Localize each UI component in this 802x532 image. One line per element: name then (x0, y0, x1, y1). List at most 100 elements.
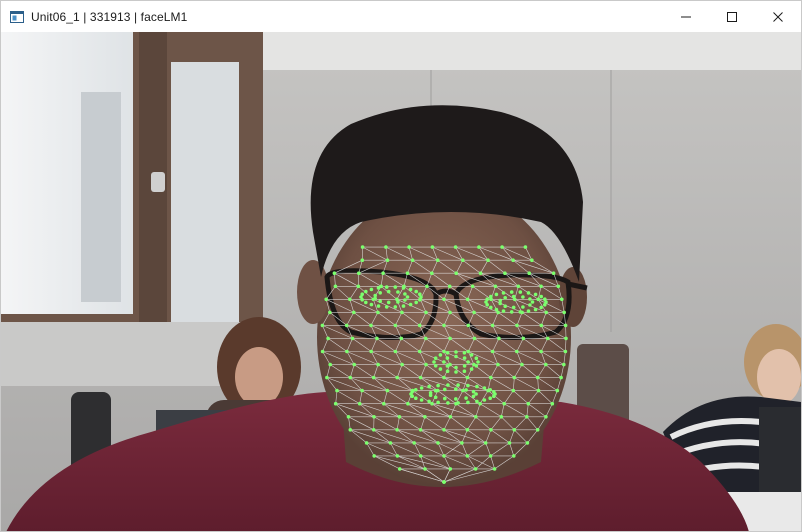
landmark-point (333, 401, 338, 406)
landmark-point (442, 454, 446, 458)
landmark-point (490, 349, 495, 354)
landmark-point (407, 245, 411, 249)
landmark-point (344, 323, 349, 328)
landmark-point (525, 415, 529, 419)
landmark-point (428, 391, 433, 395)
landmark-point (562, 310, 566, 315)
landmark-point (430, 271, 434, 275)
landmark-point (397, 467, 402, 471)
landmark-point (485, 297, 490, 302)
landmark-point (499, 415, 504, 419)
landmark-point (414, 289, 419, 294)
landmark-point (396, 300, 400, 304)
landmark-point (376, 362, 380, 367)
landmark-point (489, 305, 493, 310)
landmark-point (488, 396, 493, 401)
landmark-point (512, 375, 517, 380)
landmark-point (442, 428, 446, 432)
landmark-point (435, 258, 440, 262)
landmark-point (386, 289, 391, 294)
landmark-point (465, 375, 470, 380)
window-building-outside (81, 92, 121, 302)
landmark-point (405, 271, 410, 275)
landmark-point (393, 285, 398, 289)
landmark-point (371, 375, 376, 380)
landmark-point (465, 297, 470, 302)
camera-frame (1, 32, 801, 531)
landmark-point (395, 454, 400, 458)
landmark-point (518, 310, 523, 314)
landmark-point (478, 271, 483, 275)
landmark-point (526, 309, 531, 313)
landmark-point (445, 356, 450, 360)
minimize-icon (681, 16, 691, 17)
landmark-point (492, 394, 496, 399)
landmark-point (324, 297, 329, 302)
landmark-point (395, 428, 399, 432)
landmark-point (456, 383, 460, 387)
landmark-point (418, 428, 423, 432)
landmark-point (445, 369, 450, 374)
landmark-point (378, 299, 383, 304)
landmark-point (539, 349, 543, 354)
landmark-point (539, 305, 543, 310)
landmark-point (515, 349, 519, 354)
landmark-point (364, 441, 369, 445)
landmark-point (419, 398, 424, 402)
landmark-point (518, 290, 523, 294)
landmark-point (562, 362, 566, 367)
landmark-point (454, 370, 458, 374)
close-button[interactable] (755, 1, 801, 32)
landmark-point (471, 394, 476, 399)
landmark-point (489, 428, 493, 432)
landmark-point (474, 356, 479, 361)
landmark-point (465, 454, 470, 458)
landmark-point (512, 454, 516, 458)
landmark-point (544, 415, 548, 419)
landmark-point (378, 291, 383, 295)
landmark-point (408, 302, 413, 307)
landmark-point (559, 375, 563, 380)
minimize-button[interactable] (663, 1, 709, 32)
landmark-point (393, 305, 398, 309)
landmark-point (530, 258, 534, 262)
landmark-point (462, 369, 467, 374)
landmark-point (533, 307, 538, 312)
landmark-point (564, 336, 568, 341)
landmark-point (494, 307, 499, 312)
landmark-point (386, 300, 391, 305)
landmark-point (500, 245, 504, 249)
landmark-point (474, 364, 479, 368)
landmark-point (523, 245, 528, 249)
landmark-point (466, 360, 470, 364)
landmark-point (483, 441, 488, 445)
landmark-point (528, 303, 532, 307)
landmark-point (464, 388, 468, 392)
landmark-point (376, 310, 380, 315)
landmark-point (369, 349, 374, 354)
landmark-point (466, 323, 471, 328)
landmark-point (369, 323, 373, 328)
landmark-point (427, 384, 431, 389)
landmark-point (357, 271, 361, 275)
landmark-point (494, 292, 499, 297)
landmark-point (345, 349, 349, 354)
landmark-point (469, 367, 474, 371)
landmark-point (385, 388, 390, 393)
landmark-point (438, 353, 443, 357)
maximize-icon (727, 11, 737, 22)
title-bar[interactable]: Unit06_1 | 331913 | faceLM1 (1, 1, 801, 32)
maximize-button[interactable] (709, 1, 755, 32)
landmark-point (423, 336, 428, 341)
landmark-point (373, 293, 378, 298)
landmark-point (470, 284, 475, 289)
landmark-point (462, 351, 467, 355)
landmark-point (442, 375, 446, 380)
landmark-point (436, 400, 440, 405)
landmark-point (544, 362, 548, 367)
landmark-point (543, 297, 547, 302)
landmark-point (472, 310, 476, 315)
landmark-point (346, 415, 351, 419)
landmark-point (507, 441, 512, 445)
landmark-point (471, 389, 476, 394)
